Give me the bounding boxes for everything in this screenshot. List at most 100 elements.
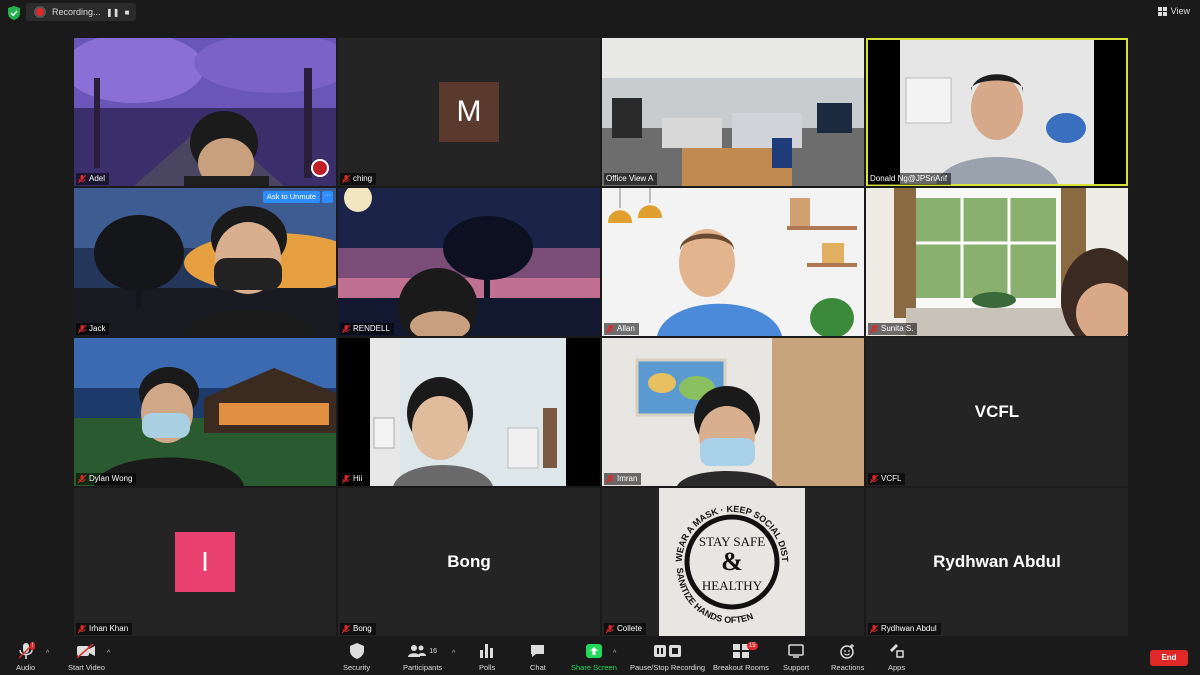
mic-muted-icon xyxy=(870,624,878,633)
meeting-toolbar: ! Audio ^ Start Video ^ Security 16 Part… xyxy=(0,640,1200,675)
mic-muted-icon xyxy=(342,624,350,633)
gallery-grid: Adel M ching Office View A Donald Ng@JPS… xyxy=(74,38,1128,636)
participant-name: Bong xyxy=(353,624,372,633)
participant-name: Jack xyxy=(89,324,106,333)
mic-muted-icon xyxy=(606,324,614,333)
participant-name: Irhan Khan xyxy=(89,624,129,633)
video-feed xyxy=(602,188,864,336)
polls-icon xyxy=(480,644,494,658)
reactions-button[interactable]: Reactions xyxy=(831,642,864,672)
participant-name: Donald Ng@JPSriArif xyxy=(870,174,948,183)
participant-name: RENDELL xyxy=(353,324,390,333)
participant-tile-office-view-a[interactable]: Office View A xyxy=(602,38,864,186)
mic-muted-icon xyxy=(78,624,86,633)
participant-name: ching xyxy=(353,174,373,183)
support-button[interactable]: Support xyxy=(783,642,809,672)
stop-icon xyxy=(669,645,682,657)
share-screen-icon xyxy=(585,644,602,658)
participant-tile-irhan-khan[interactable]: I Irhan Khan xyxy=(74,488,336,636)
security-button[interactable]: Security xyxy=(343,642,370,672)
breakout-rooms-button[interactable]: 15 Breakout Rooms xyxy=(713,642,769,672)
audio-button[interactable]: ! Audio xyxy=(16,642,36,672)
view-button[interactable]: View xyxy=(1157,6,1190,16)
participant-nameplate: Rydhwan Abdul xyxy=(868,623,941,635)
participant-nameplate: ching xyxy=(340,173,377,185)
pause-stop-recording-label: Pause/Stop Recording xyxy=(630,663,706,672)
participant-nameplate: Bong xyxy=(340,623,376,635)
participant-tile-donald-ng[interactable]: Donald Ng@JPSriArif xyxy=(866,38,1128,186)
participant-name: Office View A xyxy=(606,174,654,183)
participants-label: Participants xyxy=(403,663,443,672)
sign-line2: HEALTHY xyxy=(702,578,763,593)
participant-tile-rendell[interactable]: RENDELL xyxy=(338,188,600,336)
video-feed xyxy=(602,338,864,486)
mic-muted-icon xyxy=(870,474,878,483)
pause-recording-button[interactable]: ❚❚ xyxy=(106,8,119,17)
view-label: View xyxy=(1170,6,1190,16)
breakout-rooms-label: Breakout Rooms xyxy=(713,663,769,672)
security-shield-icon[interactable] xyxy=(8,6,20,20)
start-video-button[interactable]: Start Video xyxy=(68,642,105,672)
participant-nameplate: Adel xyxy=(76,173,110,185)
mic-muted-icon xyxy=(606,624,614,633)
participants-button[interactable]: 16 Participants xyxy=(403,642,442,672)
pause-icon xyxy=(654,645,667,657)
audio-options-chevron-icon[interactable]: ^ xyxy=(46,650,49,657)
video-feed xyxy=(866,38,1128,186)
participant-tile-dylan-wong[interactable]: Dylan Wong xyxy=(74,338,336,486)
participant-tile-bong[interactable]: Bong Bong xyxy=(338,488,600,636)
apps-icon xyxy=(889,644,904,658)
participant-display-name: Rydhwan Abdul xyxy=(933,552,1061,571)
apps-button[interactable]: Apps xyxy=(888,642,905,672)
participant-nameplate: Imran xyxy=(604,473,642,485)
avatar: M xyxy=(439,82,499,142)
polls-label: Polls xyxy=(479,663,496,672)
participants-count: 16 xyxy=(429,647,437,655)
recording-dot-icon xyxy=(34,6,46,18)
participant-tile-adel[interactable]: Adel xyxy=(74,38,336,186)
mic-muted-icon xyxy=(342,174,350,183)
participant-tile-imran[interactable]: Imran xyxy=(602,338,864,486)
participant-nameplate: Irhan Khan xyxy=(76,623,133,635)
mic-muted-icon xyxy=(342,324,350,333)
pause-stop-recording-button[interactable]: Pause/Stop Recording xyxy=(630,642,705,672)
chat-button[interactable]: Chat xyxy=(530,642,546,672)
support-icon xyxy=(788,644,804,658)
video-feed xyxy=(602,38,864,186)
sign-amp: & xyxy=(721,547,743,576)
video-feed xyxy=(866,188,1128,336)
participant-name: Sunita S. xyxy=(881,324,914,333)
participant-tile-sunita[interactable]: Sunita S. xyxy=(866,188,1128,336)
polls-button[interactable]: Polls xyxy=(479,642,495,672)
participant-nameplate: Donald Ng@JPSriArif xyxy=(868,173,952,185)
recording-label: Recording... xyxy=(52,7,101,17)
ask-to-unmute-button[interactable]: Ask to Unmute xyxy=(262,191,320,203)
end-meeting-button[interactable]: End xyxy=(1150,650,1188,666)
mic-muted-icon xyxy=(342,474,350,483)
apps-label: Apps xyxy=(888,663,906,672)
start-video-label: Start Video xyxy=(68,663,105,672)
participant-tile-rydhwan-abdul[interactable]: Rydhwan Abdul Rydhwan Abdul xyxy=(866,488,1128,636)
share-options-chevron-icon[interactable]: ^ xyxy=(613,650,616,657)
audio-label: Audio xyxy=(16,663,36,672)
participant-tile-allan[interactable]: Allan xyxy=(602,188,864,336)
grid-view-icon xyxy=(1157,6,1167,16)
participants-options-chevron-icon[interactable]: ^ xyxy=(452,650,455,657)
mic-muted-icon xyxy=(870,324,878,333)
participant-nameplate: Dylan Wong xyxy=(76,473,137,485)
participant-tile-hii[interactable]: Hii xyxy=(338,338,600,486)
participant-tile-vcfl[interactable]: VCFL VCFL xyxy=(866,338,1128,486)
participant-name: Collete xyxy=(617,624,642,633)
participant-nameplate: RENDELL xyxy=(340,323,394,335)
video-options-chevron-icon[interactable]: ^ xyxy=(107,650,110,657)
security-label: Security xyxy=(343,663,371,672)
share-screen-button[interactable]: Share Screen xyxy=(571,642,617,672)
reactions-label: Reactions xyxy=(831,663,865,672)
participant-tile-jack[interactable]: Ask to Unmute ··· Jack xyxy=(74,188,336,336)
stop-recording-button[interactable]: ■ xyxy=(122,8,132,17)
video-feed xyxy=(74,188,336,336)
participant-tile-collete[interactable]: WEAR A MASK · KEEP SOCIAL DISTANCE SANIT… xyxy=(602,488,864,636)
more-options-button[interactable]: ··· xyxy=(322,191,333,203)
participant-nameplate: Collete xyxy=(604,623,646,635)
participant-tile-ching[interactable]: M ching xyxy=(338,38,600,186)
